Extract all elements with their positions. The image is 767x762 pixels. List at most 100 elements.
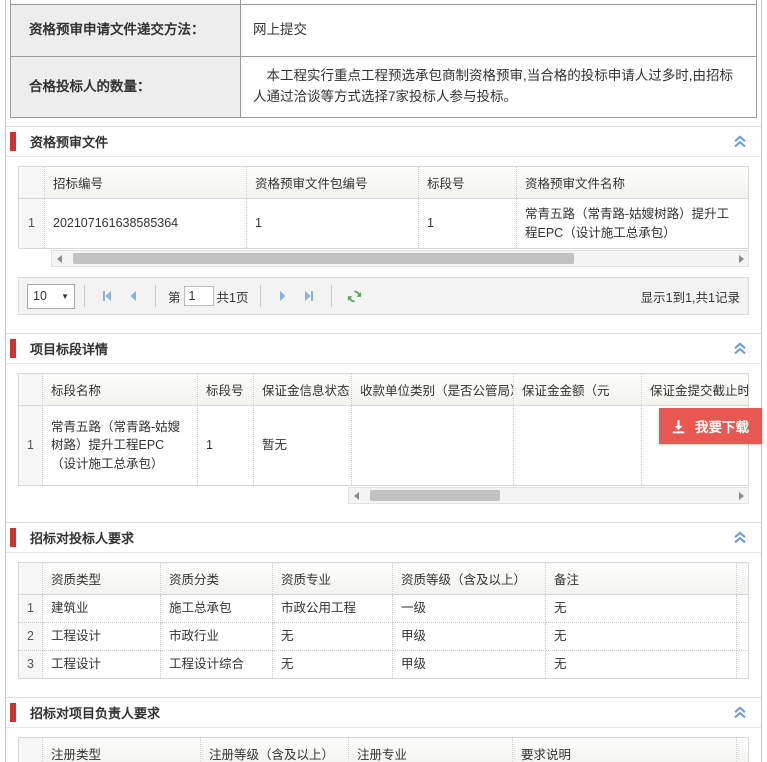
refresh-icon[interactable] [341,283,367,309]
bidder-requirements-table: 资质类型 资质分类 资质专业 资质等级（含及以上） 备注 1 建筑业 施工总承包… [18,562,749,678]
row-number: 1 [19,406,43,486]
table-row[interactable]: 3 工程设计 工程设计综合 无 甲级 无 [19,650,749,678]
row-number: 2 [19,623,43,651]
table-row[interactable]: 1 常青五路（常青路-姑嫂树路）提升工程EPC（设计施工总承包） 1 暂无 [19,406,749,486]
cell-remark: 无 [546,595,737,623]
section-header: 招标对项目负责人要求 [6,698,761,728]
row-number-header [19,166,45,198]
info-label: 合格投标人的数量： [11,57,241,118]
column-header: 资质专业 [273,563,393,595]
cell-section-name: 常青五路（常青路-姑嫂树路）提升工程EPC（设计施工总承包） [43,406,198,486]
prev-page-button[interactable] [120,283,146,309]
first-page-button[interactable] [94,283,120,309]
cell-section-number: 1 [419,198,517,249]
filler-cell [737,623,749,651]
record-summary: 显示1到1,共1记录 [641,287,740,306]
cell-deposit-amount [514,406,642,486]
horizontal-scrollbar[interactable] [51,250,749,267]
column-header: 标段号 [198,374,254,406]
cell-qualification-grade: 甲级 [393,623,546,651]
red-accent-bar [10,339,16,358]
column-header: 收款单位类别（是否公管局） [352,374,514,406]
table-row: 合格投标人的数量： 本工程实行重点工程预选承包商制资格预审,当合格的投标申请人过… [11,57,757,118]
table-header-row: 注册类型 注册等级（含及以上） 注册专业 要求说明 [19,737,749,762]
column-header: 保证金金额（元 [514,374,642,406]
section-project-manager-requirements: 招标对项目负责人要求 注册类型 注册等级（含及以上） 注册专业 要求说明 [6,697,761,762]
info-label: 资格预审申请文件递交方法： [11,5,241,57]
row-number-header [19,563,43,595]
section-bidder-requirements: 招标对投标人要求 资质类型 资质分类 资质专业 资质等级（含及以上） 备注 [6,522,761,688]
table-row[interactable]: 2 工程设计 市政行业 无 甲级 无 [19,623,749,651]
cell-qualification-category: 工程设计综合 [161,650,273,678]
next-page-button[interactable] [270,283,296,309]
cell-qualification-grade: 甲级 [393,650,546,678]
page-total-label: 共1页 [217,287,249,306]
cell-qualification-type: 工程设计 [43,623,161,651]
manager-requirements-table: 注册类型 注册等级（含及以上） 注册专业 要求说明 1 注册建造师 一级 市政公… [18,737,749,762]
horizontal-scrollbar[interactable] [348,487,749,504]
scrollbar-track[interactable] [66,251,734,266]
pager-separator [260,285,261,307]
download-button[interactable]: 我要下载 [659,408,762,444]
table-row[interactable]: 1 建筑业 施工总承包 市政公用工程 一级 无 [19,595,749,623]
column-header: 资格预审文件包编号 [247,166,419,198]
collapse-up-icon[interactable] [733,531,747,544]
cell-qualification-grade: 一级 [393,595,546,623]
scroll-left-icon[interactable] [349,488,363,503]
section-body: 资质类型 资质分类 资质专业 资质等级（含及以上） 备注 1 建筑业 施工总承包… [6,553,761,688]
collapse-up-icon[interactable] [733,706,747,719]
column-header: 标段名称 [43,374,198,406]
section-body: 我要下载 标段名称 标段号 保证金信息状态 收款单位类别（是否公管局） 保证金金… [6,364,761,514]
cell-remark: 无 [546,623,737,651]
collapse-up-icon[interactable] [733,135,747,148]
table-row[interactable]: 1 202107161638585364 1 1 常青五路（常青路-姑嫂树路）提… [19,198,749,249]
download-icon [671,419,686,434]
scrollbar-track[interactable] [363,488,734,503]
table-header-row: 标段名称 标段号 保证金信息状态 收款单位类别（是否公管局） 保证金金额（元 保… [19,374,749,406]
cell-file-name: 常青五路（常青路-姑嫂树路）提升工程EPC（设计施工总承包） [517,198,749,249]
column-header: 资质等级（含及以上） [393,563,546,595]
column-header: 资质分类 [161,563,273,595]
cutoff-table-row [10,0,757,4]
scroll-left-icon[interactable] [52,251,66,266]
section-body: 招标编号 资格预审文件包编号 标段号 资格预审文件名称 1 2021071616… [6,157,761,326]
scrollbar-thumb[interactable] [73,253,574,264]
scroll-right-icon[interactable] [734,251,748,266]
collapse-up-icon[interactable] [733,342,747,355]
row-number: 3 [19,650,43,678]
row-number-header [19,737,43,762]
cell-remark: 无 [546,650,737,678]
page-input[interactable] [184,286,214,306]
scrollbar-thumb[interactable] [370,490,500,501]
column-header: 保证金信息状态 [254,374,352,406]
red-accent-bar [10,132,16,151]
cell-qualification-category: 施工总承包 [161,595,273,623]
page-prefix-label: 第 [168,287,181,306]
filler-header [737,737,749,762]
row-number-header [19,374,43,406]
page-size-select[interactable]: 10 ▼ [27,284,75,309]
dropdown-arrow-icon: ▼ [61,292,69,301]
section-header: 项目标段详情 [6,334,761,364]
project-sections-table: 标段名称 标段号 保证金信息状态 收款单位类别（是否公管局） 保证金金额（元 保… [18,373,749,486]
cell-qualification-type: 工程设计 [43,650,161,678]
cell-section-number: 1 [198,406,254,486]
pager-separator [155,285,156,307]
filler-header [737,563,749,595]
red-accent-bar [10,703,16,722]
scroll-right-icon[interactable] [734,488,748,503]
prequalification-info-table: 资格预审申请文件递交方法： 网上提交 合格投标人的数量： 本工程实行重点工程预选… [10,4,757,118]
cell-payee-type [352,406,514,486]
info-value: 本工程实行重点工程预选承包商制资格预审,当合格的投标申请人过多时,由招标人通过洽… [241,57,757,118]
last-page-button[interactable] [296,283,322,309]
filler-cell [737,650,749,678]
column-header: 招标编号 [45,166,247,198]
section-prequalification-files: 资格预审文件 招标编号 资格预审文件包编号 标段号 资格预审文件名称 [6,126,761,326]
cell-qualification-category: 市政行业 [161,623,273,651]
red-accent-bar [10,528,16,547]
page: 资格预审申请文件递交方法： 网上提交 合格投标人的数量： 本工程实行重点工程预选… [5,0,762,762]
section-title: 项目标段详情 [30,339,108,358]
prequalification-files-table: 招标编号 资格预审文件包编号 标段号 资格预审文件名称 1 2021071616… [18,166,749,250]
cell-package-number: 1 [247,198,419,249]
cell-qualification-specialty: 无 [273,623,393,651]
